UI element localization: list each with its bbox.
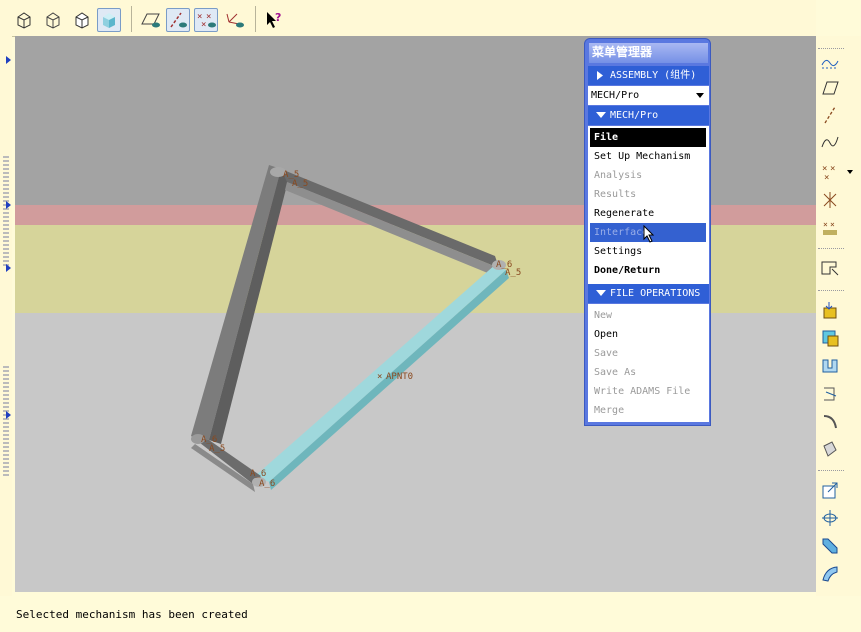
axis-label: A_6 bbox=[259, 479, 275, 489]
menu-item-file[interactable]: File bbox=[594, 128, 618, 147]
file-operations-header-label: FILE OPERATIONS bbox=[610, 288, 701, 299]
datum-plane-icon[interactable] bbox=[816, 76, 844, 100]
menu-item-new[interactable]: New bbox=[594, 306, 612, 325]
shell-icon[interactable] bbox=[816, 506, 844, 530]
menu-item-open[interactable]: Open bbox=[594, 325, 618, 344]
menu-item-save-as[interactable]: Save As bbox=[594, 363, 636, 382]
mech-dropdown[interactable]: MECH/Pro bbox=[588, 86, 709, 105]
datum-point-label: APNT0 bbox=[386, 372, 413, 382]
svg-text:×: × bbox=[824, 173, 829, 182]
svg-text:?: ? bbox=[275, 11, 281, 24]
datum-point-icon[interactable]: × × × bbox=[816, 160, 844, 184]
mech-dropdown-value: MECH/Pro bbox=[591, 90, 640, 101]
shaded-cube-icon[interactable] bbox=[97, 8, 121, 32]
assembly-header-label: ASSEMBLY (组件) bbox=[610, 70, 697, 81]
dropdown-arrow-icon[interactable] bbox=[847, 170, 853, 174]
mouse-cursor-icon bbox=[643, 225, 655, 243]
sweep-icon[interactable] bbox=[816, 410, 844, 434]
menu-manager-title: 菜单管理器 bbox=[589, 43, 708, 63]
file-menu-panel: New Open Save Save As Write ADAMS File M… bbox=[588, 304, 709, 422]
datum-curve-icon[interactable] bbox=[816, 130, 844, 154]
axis-label: A_5 bbox=[292, 179, 308, 189]
axis-label: A_5 bbox=[505, 268, 521, 278]
menu-manager: 菜单管理器 ASSEMBLY (组件) MECH/Pro MECH/Pro Fi… bbox=[584, 38, 711, 426]
draft-icon[interactable] bbox=[816, 562, 844, 586]
expand-arrow-icon[interactable] bbox=[6, 264, 11, 272]
file-operations-header[interactable]: FILE OPERATIONS bbox=[588, 284, 709, 303]
dock-grip[interactable] bbox=[3, 156, 9, 266]
chevron-down-icon[interactable] bbox=[696, 93, 704, 98]
menu-item-merge[interactable]: Merge bbox=[594, 401, 624, 420]
menu-item-interface[interactable]: Interface bbox=[594, 223, 648, 242]
menu-item-write-adams-file[interactable]: Write ADAMS File bbox=[594, 382, 690, 401]
svg-text:×: × bbox=[823, 220, 828, 229]
no-hidden-cube-icon[interactable] bbox=[70, 8, 94, 32]
revolve-icon[interactable] bbox=[816, 382, 844, 406]
context-help-icon[interactable]: ? bbox=[262, 8, 286, 32]
hidden-line-cube-icon[interactable] bbox=[41, 8, 65, 32]
axis-label: A_6 bbox=[250, 469, 266, 479]
assembly-header[interactable]: ASSEMBLY (组件) bbox=[588, 66, 709, 85]
menu-item-save[interactable]: Save bbox=[594, 344, 618, 363]
axis-label: A_5 bbox=[209, 444, 225, 454]
sketch-tool-icon[interactable] bbox=[816, 50, 844, 74]
svg-text:×: × bbox=[201, 20, 206, 30]
sketch-cut-icon[interactable] bbox=[816, 256, 844, 280]
datum-point-display-icon[interactable]: × × × bbox=[194, 8, 218, 32]
mech-header-label: MECH/Pro bbox=[610, 110, 659, 121]
left-dock-strip bbox=[0, 36, 12, 596]
datum-plane-display-icon[interactable] bbox=[138, 8, 162, 32]
expand-arrow-icon[interactable] bbox=[6, 56, 11, 64]
mech-menu-panel: File Set Up Mechanism Analysis Results R… bbox=[588, 126, 709, 284]
menu-item-setup-mechanism[interactable]: Set Up Mechanism bbox=[594, 147, 690, 166]
left-link[interactable] bbox=[191, 165, 289, 444]
menu-item-results[interactable]: Results bbox=[594, 185, 636, 204]
top-link[interactable] bbox=[281, 169, 499, 276]
expand-arrow-icon[interactable] bbox=[6, 411, 11, 419]
coordinate-system-display-icon[interactable] bbox=[222, 8, 246, 32]
extrude-icon[interactable] bbox=[816, 354, 844, 378]
menu-item-analysis[interactable]: Analysis bbox=[594, 166, 642, 185]
status-message: Selected mechanism has been created bbox=[16, 608, 248, 621]
datum-point-marker: × bbox=[377, 372, 382, 382]
hole-icon[interactable] bbox=[816, 478, 844, 502]
svg-text:×: × bbox=[206, 12, 211, 22]
datum-axis-display-icon[interactable] bbox=[166, 8, 190, 32]
svg-text:×: × bbox=[830, 164, 835, 174]
coordinate-system-icon[interactable] bbox=[816, 188, 844, 212]
rib-icon[interactable] bbox=[816, 534, 844, 558]
svg-text:×: × bbox=[830, 220, 835, 229]
datum-axis-icon[interactable] bbox=[816, 103, 844, 127]
mech-header[interactable]: MECH/Pro bbox=[588, 106, 709, 125]
component-create-icon[interactable] bbox=[816, 326, 844, 350]
menu-item-done-return[interactable]: Done/Return bbox=[594, 261, 660, 280]
analysis-feature-icon[interactable]: × × bbox=[816, 216, 844, 240]
component-place-icon[interactable] bbox=[816, 298, 844, 322]
expand-arrow-icon[interactable] bbox=[6, 201, 11, 209]
dock-grip[interactable] bbox=[3, 366, 9, 476]
wireframe-cube-icon[interactable] bbox=[12, 8, 36, 32]
menu-item-settings[interactable]: Settings bbox=[594, 242, 642, 261]
blend-icon[interactable] bbox=[816, 438, 844, 462]
right-toolbar: × × × × × bbox=[816, 36, 861, 596]
menu-item-regenerate[interactable]: Regenerate bbox=[594, 204, 654, 223]
top-toolbar: × × × ? bbox=[0, 0, 816, 37]
